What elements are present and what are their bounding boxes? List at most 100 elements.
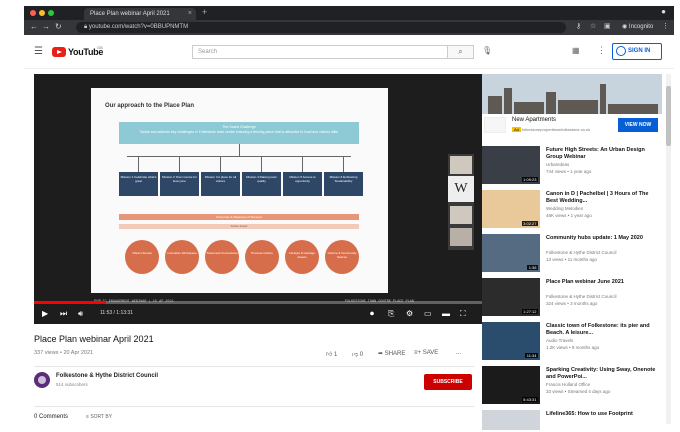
- participant-thumbnail: [450, 206, 472, 224]
- save-label: SAVE: [422, 350, 439, 356]
- apps-grid-icon[interactable]: ▦: [572, 46, 580, 55]
- browser-tab[interactable]: Place Plan webinar April 2021 ×: [84, 8, 196, 20]
- minimize-window-button[interactable]: [39, 10, 45, 16]
- recommended-video-title[interactable]: Future High Streets: An Urban Design Gro…: [546, 147, 658, 161]
- recommended-video-meta: 1.2K views • 9 months ago: [546, 345, 600, 350]
- browser-menu-icon[interactable]: ⋮: [662, 22, 669, 30]
- subscribe-button[interactable]: SUBSCRIBE: [424, 374, 472, 390]
- star-icon[interactable]: ☆: [590, 22, 596, 30]
- video-title: Place Plan webinar April 2021: [34, 334, 154, 344]
- more-actions-button[interactable]: ...: [456, 350, 461, 356]
- recommended-video-meta: 33 views • Streamed 4 days ago: [546, 389, 611, 394]
- browser-tab-strip: Place Plan webinar April 2021 × + ●: [24, 6, 674, 20]
- action-circle: Travel and Connections: [205, 240, 239, 274]
- recommended-video-title[interactable]: Lifeline365: How to use Footprint: [546, 411, 658, 418]
- recommended-video-channel: Francis Holland Office: [546, 382, 591, 387]
- player-controls: ▶ ⏭︎ 🔊︎ 11:53 / 1:13:31 ⏺︎ ⎘ ⚙︎ ▭ ▬ ⛶: [34, 304, 482, 324]
- microphone-icon[interactable]: 🎙︎: [482, 46, 492, 55]
- url-text: youtube.com/watch?v=0BBUPNMTM: [88, 24, 189, 30]
- recommended-video[interactable]: 1:27:12 Place Plan webinar June 2021 Folke…: [482, 278, 662, 318]
- recommended-video-title[interactable]: Sparking Creativity: Using Sway, Onenote…: [546, 367, 658, 381]
- recommended-video[interactable]: Lifeline365: How to use Footprint: [482, 410, 662, 430]
- recommended-video[interactable]: 1:36 Community hubs update: 1 May 2020 Fol…: [482, 234, 662, 274]
- sort-by-button[interactable]: ≡ SORT BY: [86, 414, 112, 420]
- recommended-video-channel: Folkestone & Hythe District Council: [546, 294, 617, 299]
- divider: [34, 406, 474, 407]
- new-tab-button[interactable]: +: [202, 7, 207, 17]
- hamburger-menu-icon[interactable]: ☰: [34, 46, 43, 57]
- video-thumbnail[interactable]: 1:36: [482, 234, 540, 272]
- mission-box: Mission 2 Town Centre for Everyone: [160, 172, 199, 196]
- recommended-video[interactable]: 1:09:23 Future High Streets: An Urban Des…: [482, 146, 662, 186]
- theater-mode-icon[interactable]: ▬: [442, 309, 450, 318]
- like-button[interactable]: 👍︎ 1: [326, 350, 337, 358]
- search-input[interactable]: Search: [192, 45, 448, 59]
- ad-badge: Ad: [512, 127, 521, 132]
- ad-banner-building: [546, 92, 556, 114]
- fullscreen-icon[interactable]: ⛶: [460, 309, 466, 319]
- settings-menu-icon[interactable]: ⋮: [597, 45, 606, 56]
- dislike-button[interactable]: 👎︎ 0: [352, 350, 363, 358]
- play-icon[interactable]: ▶: [42, 309, 48, 318]
- video-thumbnail[interactable]: [482, 410, 540, 430]
- connector-line: [127, 156, 351, 157]
- miniplayer-icon[interactable]: ▭: [424, 309, 432, 318]
- recommended-video[interactable]: 11:34 Classic town of Folkestone: its pie…: [482, 322, 662, 362]
- zoom-window-button[interactable]: [48, 10, 54, 16]
- recommended-video-meta: 13 views • 11 months ago: [546, 257, 598, 262]
- recommended-video-title[interactable]: Community hubs update: 1 May 2020: [546, 235, 658, 242]
- save-button[interactable]: ≡+ SAVE: [414, 350, 438, 356]
- browser-window: Place Plan webinar April 2021 × + ● ← → …: [24, 6, 674, 430]
- autoplay-toggle[interactable]: ⏺︎: [370, 309, 374, 319]
- search-icon: ⌕: [458, 47, 463, 56]
- recommended-video-title[interactable]: Place Plan webinar June 2021: [546, 279, 658, 286]
- ad-banner-image[interactable]: [482, 74, 662, 114]
- mission-box: Mission 4 Raising town quality: [242, 172, 281, 196]
- url-field[interactable]: 🔒︎ youtube.com/watch?v=0BBUPNMTM: [76, 22, 566, 33]
- ad-url: folkestonepropertiesmfolkestone.co.uk: [522, 127, 591, 132]
- comments-count: 0 Comments: [34, 414, 69, 420]
- browser-profile-icon[interactable]: ●: [661, 7, 666, 16]
- view-now-button[interactable]: VIEW NOW: [618, 118, 658, 132]
- recommended-video[interactable]: 3:02:27 Canon in D | Pachelbel | 3 Hours …: [482, 190, 662, 230]
- incognito-indicator[interactable]: ◉ Incognito: [622, 22, 653, 33]
- recommended-video-title[interactable]: Classic town of Folkestone: its pier and…: [546, 323, 658, 337]
- next-icon[interactable]: ⏭︎: [60, 309, 67, 319]
- recommended-video[interactable]: 5:43:31 Sparking Creativity: Using Sway, …: [482, 366, 662, 406]
- connector-line: [302, 156, 303, 172]
- recommended-video-channel: Wedding Melodies: [546, 206, 583, 211]
- extension-icon[interactable]: ▣: [604, 22, 611, 30]
- channel-avatar[interactable]: [34, 372, 50, 388]
- video-thumbnail[interactable]: 1:27:12: [482, 278, 540, 316]
- captions-icon[interactable]: ⎘: [388, 309, 394, 319]
- video-player[interactable]: Our approach to the Place Plan The Grand…: [34, 74, 482, 324]
- sign-in-button[interactable]: SIGN IN: [612, 43, 662, 60]
- video-thumbnail[interactable]: 1:09:23: [482, 146, 540, 184]
- search-button[interactable]: ⌕: [448, 45, 474, 59]
- action-circle: Innovative Workspace: [165, 240, 199, 274]
- forward-icon[interactable]: →: [42, 22, 50, 31]
- video-thumbnail[interactable]: 11:34: [482, 322, 540, 360]
- share-button[interactable]: ➦ SHARE: [378, 350, 405, 357]
- scrollbar[interactable]: [666, 74, 671, 424]
- video-meta: 337 views • 20 Apr 2021: [34, 350, 94, 356]
- channel-name[interactable]: Folkestone & Hythe District Council: [56, 373, 158, 379]
- recommended-video-meta: 48K views • 1 year ago: [546, 213, 592, 218]
- action-circle: Nurture & Community Spaces: [325, 240, 359, 274]
- settings-gear-icon[interactable]: ⚙︎: [406, 309, 413, 318]
- key-icon[interactable]: ⚷: [576, 22, 581, 30]
- sort-by-label: SORT BY: [90, 414, 113, 420]
- back-icon[interactable]: ←: [30, 22, 38, 31]
- tab-close-icon[interactable]: ×: [188, 8, 192, 20]
- recommended-video-channel: Folkestone & Hythe District Council: [546, 250, 617, 255]
- participant-strip: W: [448, 154, 474, 250]
- reload-icon[interactable]: ↻: [55, 22, 62, 31]
- video-thumbnail[interactable]: 5:43:31: [482, 366, 540, 404]
- close-window-button[interactable]: [30, 10, 36, 16]
- ad-card[interactable]: New Apartments Ad folkestonepropertiesmf…: [482, 114, 662, 136]
- volume-icon[interactable]: 🔊︎: [78, 309, 83, 319]
- share-icon: ➦: [378, 351, 384, 357]
- recommended-video-title[interactable]: Canon in D | Pachelbel | 3 Hours of The …: [546, 191, 658, 205]
- video-thumbnail[interactable]: 3:02:27: [482, 190, 540, 228]
- youtube-logo-icon[interactable]: [52, 47, 66, 57]
